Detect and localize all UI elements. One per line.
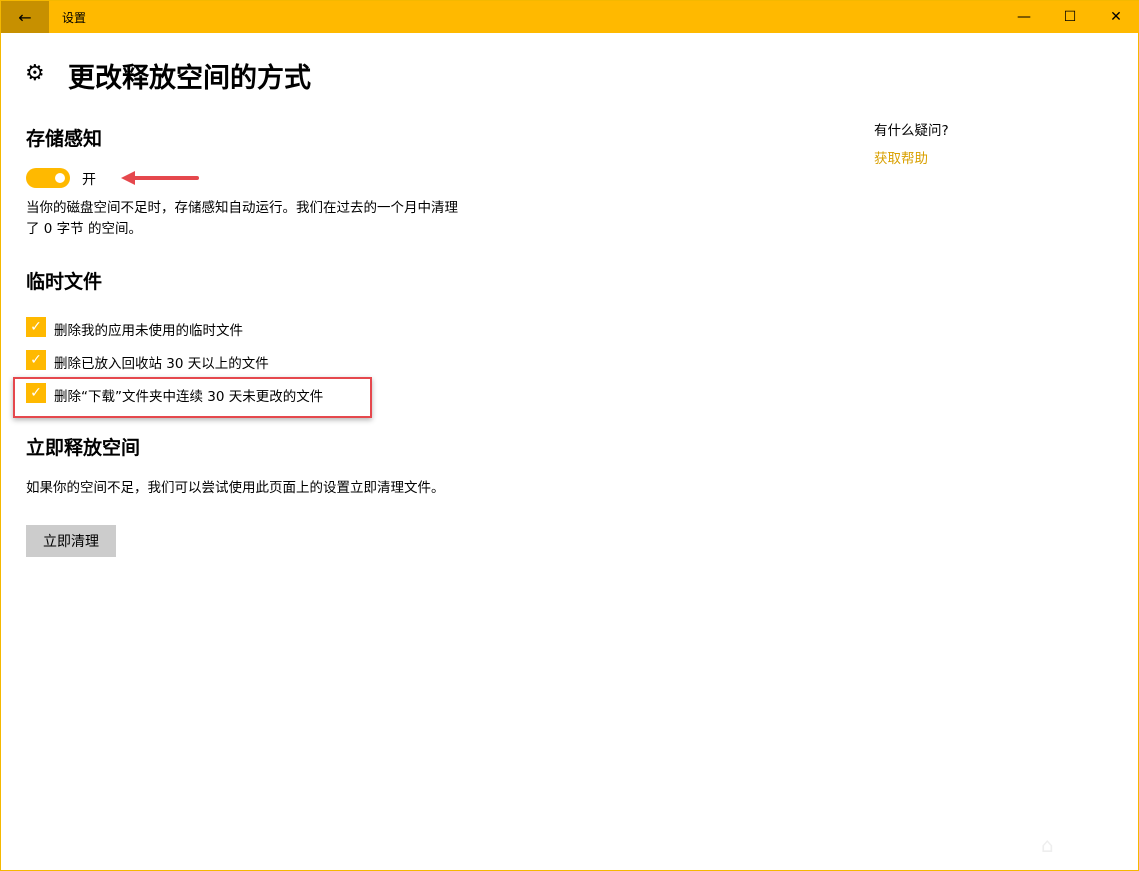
annotation-highlight-box [13,377,372,418]
get-help-link[interactable]: 获取帮助 [874,147,928,167]
back-button[interactable]: ← [1,1,49,33]
checkbox-label: 删除已放入回收站 30 天以上的文件 [54,352,269,372]
watermark-logo: ⌂ [1041,833,1054,857]
clean-now-button[interactable]: 立即清理 [26,525,116,557]
help-question: 有什么疑问? [874,119,949,139]
checkbox-recycle-bin[interactable]: ✓ [26,350,46,370]
free-now-description: 如果你的空间不足，我们可以尝试使用此页面上的设置立即清理文件。 [26,478,466,499]
checkbox-label: 删除我的应用未使用的临时文件 [54,319,243,339]
annotation-arrow-icon [121,171,199,185]
close-button[interactable]: ✕ [1093,1,1139,33]
gear-icon: ⚙ [25,61,45,86]
back-arrow-icon: ← [18,8,31,27]
maximize-button[interactable]: ☐ [1047,1,1093,33]
storage-sense-description: 当你的磁盘空间不足时，存储感知自动运行。我们在过去的一个月中清理了 0 字节 的… [26,198,466,240]
minimize-button[interactable]: — [1001,1,1047,33]
title-bar: ← 设置 — ☐ ✕ [1,1,1139,33]
storage-sense-toggle[interactable] [26,168,70,188]
page-title: 更改释放空间的方式 [68,56,311,95]
app-title: 设置 [62,9,86,26]
toggle-label: 开 [82,169,96,189]
checkbox-unused-temp[interactable]: ✓ [26,317,46,337]
free-now-heading: 立即释放空间 [26,433,140,460]
storage-sense-heading: 存储感知 [26,124,102,151]
temp-files-heading: 临时文件 [26,267,102,294]
